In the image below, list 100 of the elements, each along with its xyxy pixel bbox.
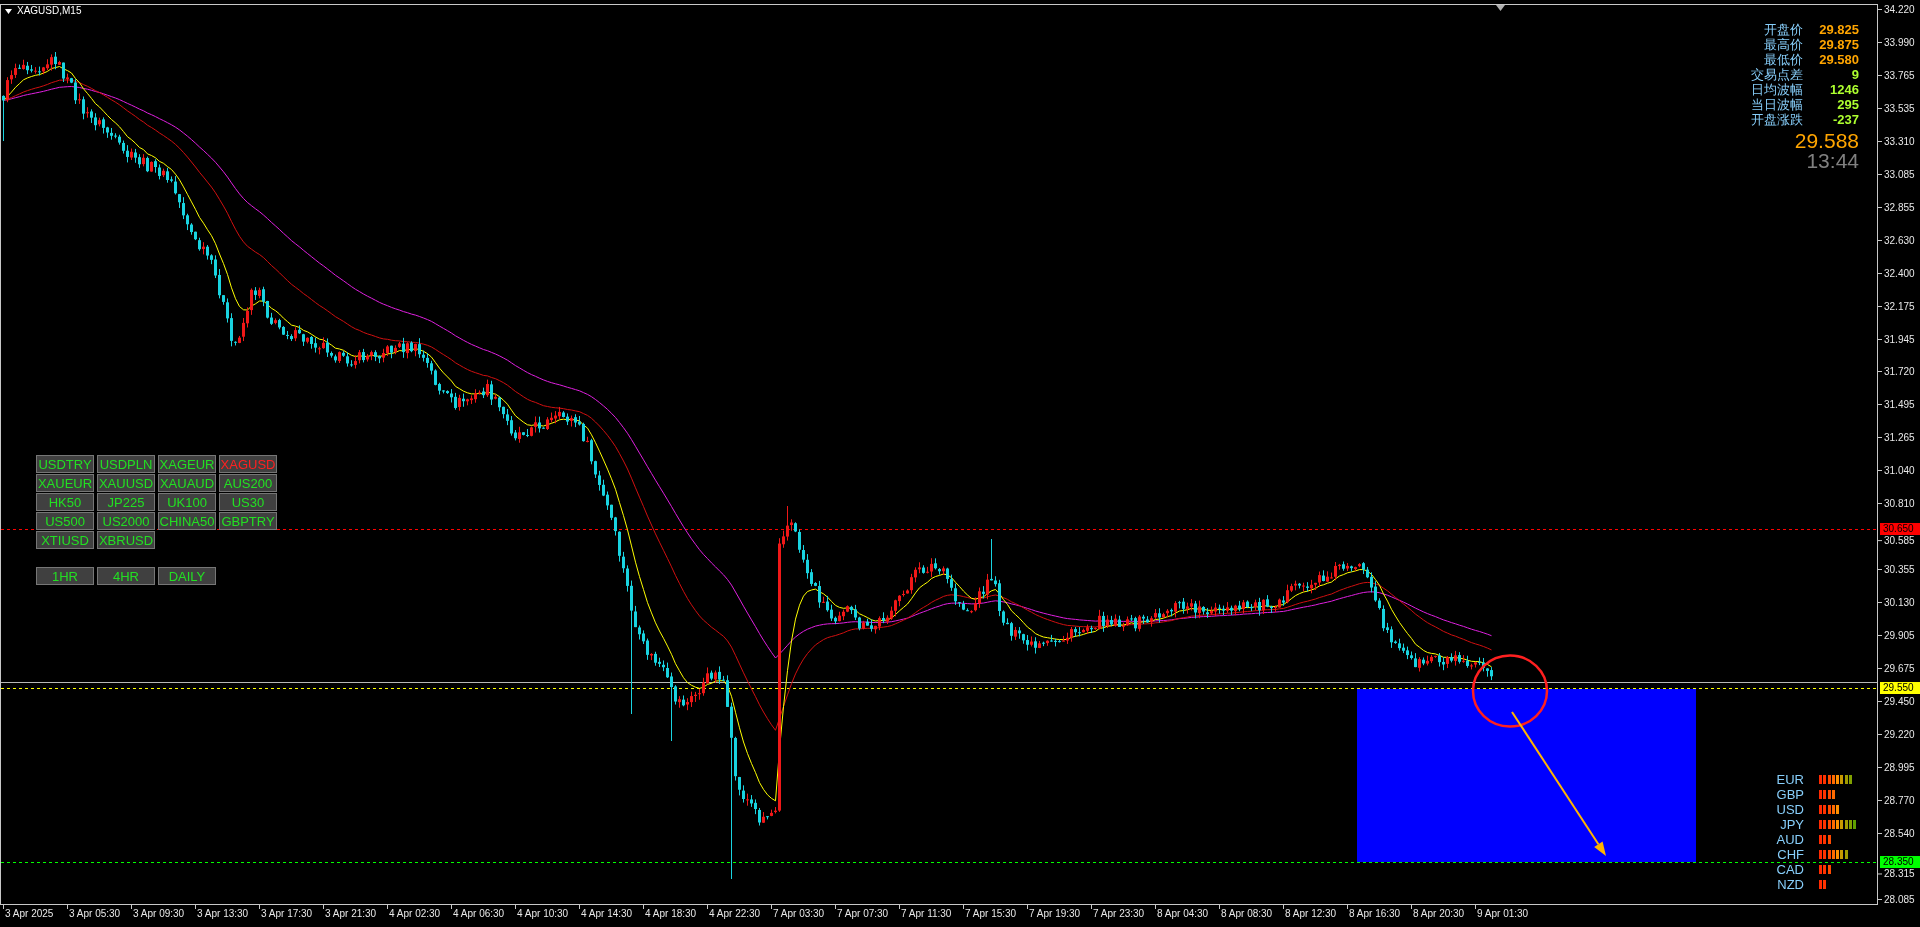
currency-label: EUR [1775,772,1804,787]
symbol-button[interactable]: US500 [36,512,94,530]
time-label: 4 Apr 18:30 [645,908,697,920]
stat-value: 29.580 [1818,52,1859,67]
triangle-marker-icon [1496,5,1505,11]
price-label: 33.765 [1884,69,1915,81]
timeframe-button[interactable]: 1HR [36,567,94,585]
time-label: 3 Apr 17:30 [261,908,313,920]
price-label: 28.995 [1884,761,1915,773]
price-label: 31.265 [1884,432,1915,444]
time-label: 8 Apr 04:30 [1157,908,1209,920]
price-label: 31.040 [1884,465,1915,477]
stat-value: 9 [1850,67,1859,82]
time-label: 7 Apr 23:30 [1093,908,1145,920]
time-label: 3 Apr 2025 [5,908,54,920]
price-level-tag: 29.550 [1880,682,1920,694]
stat-label: 最低价 [1763,52,1803,67]
symbol-button[interactable]: CHINA50 [158,512,216,530]
price-label: 30.355 [1884,564,1915,576]
time-label: 4 Apr 02:30 [389,908,441,920]
price-label: 30.810 [1884,498,1915,510]
time-label: 7 Apr 07:30 [837,908,889,920]
symbol-button[interactable]: US30 [219,493,277,511]
price-label: 31.495 [1884,399,1915,411]
price-label: 29.675 [1884,663,1915,675]
symbol-button[interactable]: XAUAUD [158,474,216,492]
stat-label: 开盘涨跌 [1751,112,1803,127]
price-label: 32.630 [1884,234,1915,246]
time-label: 8 Apr 08:30 [1221,908,1273,920]
currency-label: AUD [1775,832,1804,847]
time-label: 4 Apr 10:30 [517,908,569,920]
price-label: 29.905 [1884,630,1915,642]
price-level-tag: 28.350 [1880,856,1920,868]
stat-value: 29.825 [1818,22,1859,37]
time-label: 8 Apr 20:30 [1413,908,1465,920]
currency-label: GBP [1775,787,1804,802]
price-label: 34.220 [1884,4,1915,15]
timeframe-button[interactable]: 4HR [97,567,155,585]
time-label: 8 Apr 12:30 [1285,908,1337,920]
price-label: 33.085 [1884,168,1915,180]
price-label: 33.990 [1884,36,1915,48]
price-label: 29.450 [1884,696,1915,707]
price-label: 28.085 [1884,893,1915,905]
symbol-button[interactable]: XTIUSD [36,531,94,549]
stat-value: 1246 [1829,82,1859,97]
time-label: 7 Apr 11:30 [901,908,952,920]
symbol-button[interactable]: HK50 [36,493,94,511]
time-label: 7 Apr 03:30 [773,908,825,920]
symbol-button[interactable]: US2000 [97,512,155,530]
stat-label: 日均波幅 [1751,82,1803,97]
stat-label: 当日波幅 [1751,97,1803,112]
chart-title: XAGUSD,M15 [17,5,82,17]
symbol-button[interactable]: GBPTRY [219,512,277,530]
symbol-button[interactable]: UK100 [158,493,216,511]
price-label: 28.315 [1884,868,1915,880]
price-label: 31.945 [1884,333,1915,345]
price-label: 28.770 [1884,794,1915,806]
time-label: 7 Apr 15:30 [965,908,1017,920]
price-level-tag: 30.650 [1880,523,1920,535]
symbol-button[interactable]: XAGEUR [158,455,216,473]
currency-label: USD [1775,802,1804,817]
price-label: 32.400 [1884,267,1915,279]
time-label: 3 Apr 13:30 [197,908,249,920]
currency-label: NZD [1776,877,1804,892]
time-label: 9 Apr 01:30 [1477,908,1529,920]
symbol-button[interactable]: JP225 [97,493,155,511]
price-label: 28.540 [1884,827,1915,839]
price-label: 31.720 [1884,366,1915,378]
stat-label: 交易点差 [1751,67,1803,82]
symbol-button[interactable]: USDTRY [36,455,94,473]
current-price: 29.588 [1794,131,1859,151]
time-label: 4 Apr 06:30 [453,908,505,920]
time-label: 7 Apr 19:30 [1029,908,1081,920]
timeframe-button[interactable]: DAILY [158,567,216,585]
price-label: 33.310 [1884,135,1915,147]
symbol-button[interactable]: XAUEUR [36,474,94,492]
stat-value: 295 [1836,97,1859,112]
price-label: 32.855 [1884,201,1915,213]
time-label: 3 Apr 05:30 [69,908,121,920]
stat-value: 29.875 [1818,37,1859,52]
stat-value: -237 [1831,112,1859,127]
time-label: 4 Apr 22:30 [709,908,761,920]
symbol-button[interactable]: AUS200 [219,474,277,492]
currency-label: CHF [1776,847,1804,862]
time-label: 3 Apr 09:30 [133,908,185,920]
time-label: 4 Apr 14:30 [581,908,633,920]
triangle-icon [5,8,12,14]
price-label: 29.220 [1884,728,1915,740]
currency-label: JPY [1779,817,1804,832]
currency-label: CAD [1775,862,1804,877]
time-label: 3 Apr 21:30 [325,908,377,920]
symbol-button[interactable]: USDPLN [97,455,155,473]
price-label: 30.585 [1884,535,1915,547]
price-label: 32.175 [1884,300,1915,312]
symbol-button[interactable]: XBRUSD [97,531,155,549]
symbol-button[interactable]: XAUUSD [97,474,155,492]
bar-countdown: 13:44 [1806,151,1859,171]
price-label: 30.130 [1884,597,1915,609]
price-label: 33.535 [1884,102,1915,114]
stat-label: 开盘价 [1763,22,1803,37]
